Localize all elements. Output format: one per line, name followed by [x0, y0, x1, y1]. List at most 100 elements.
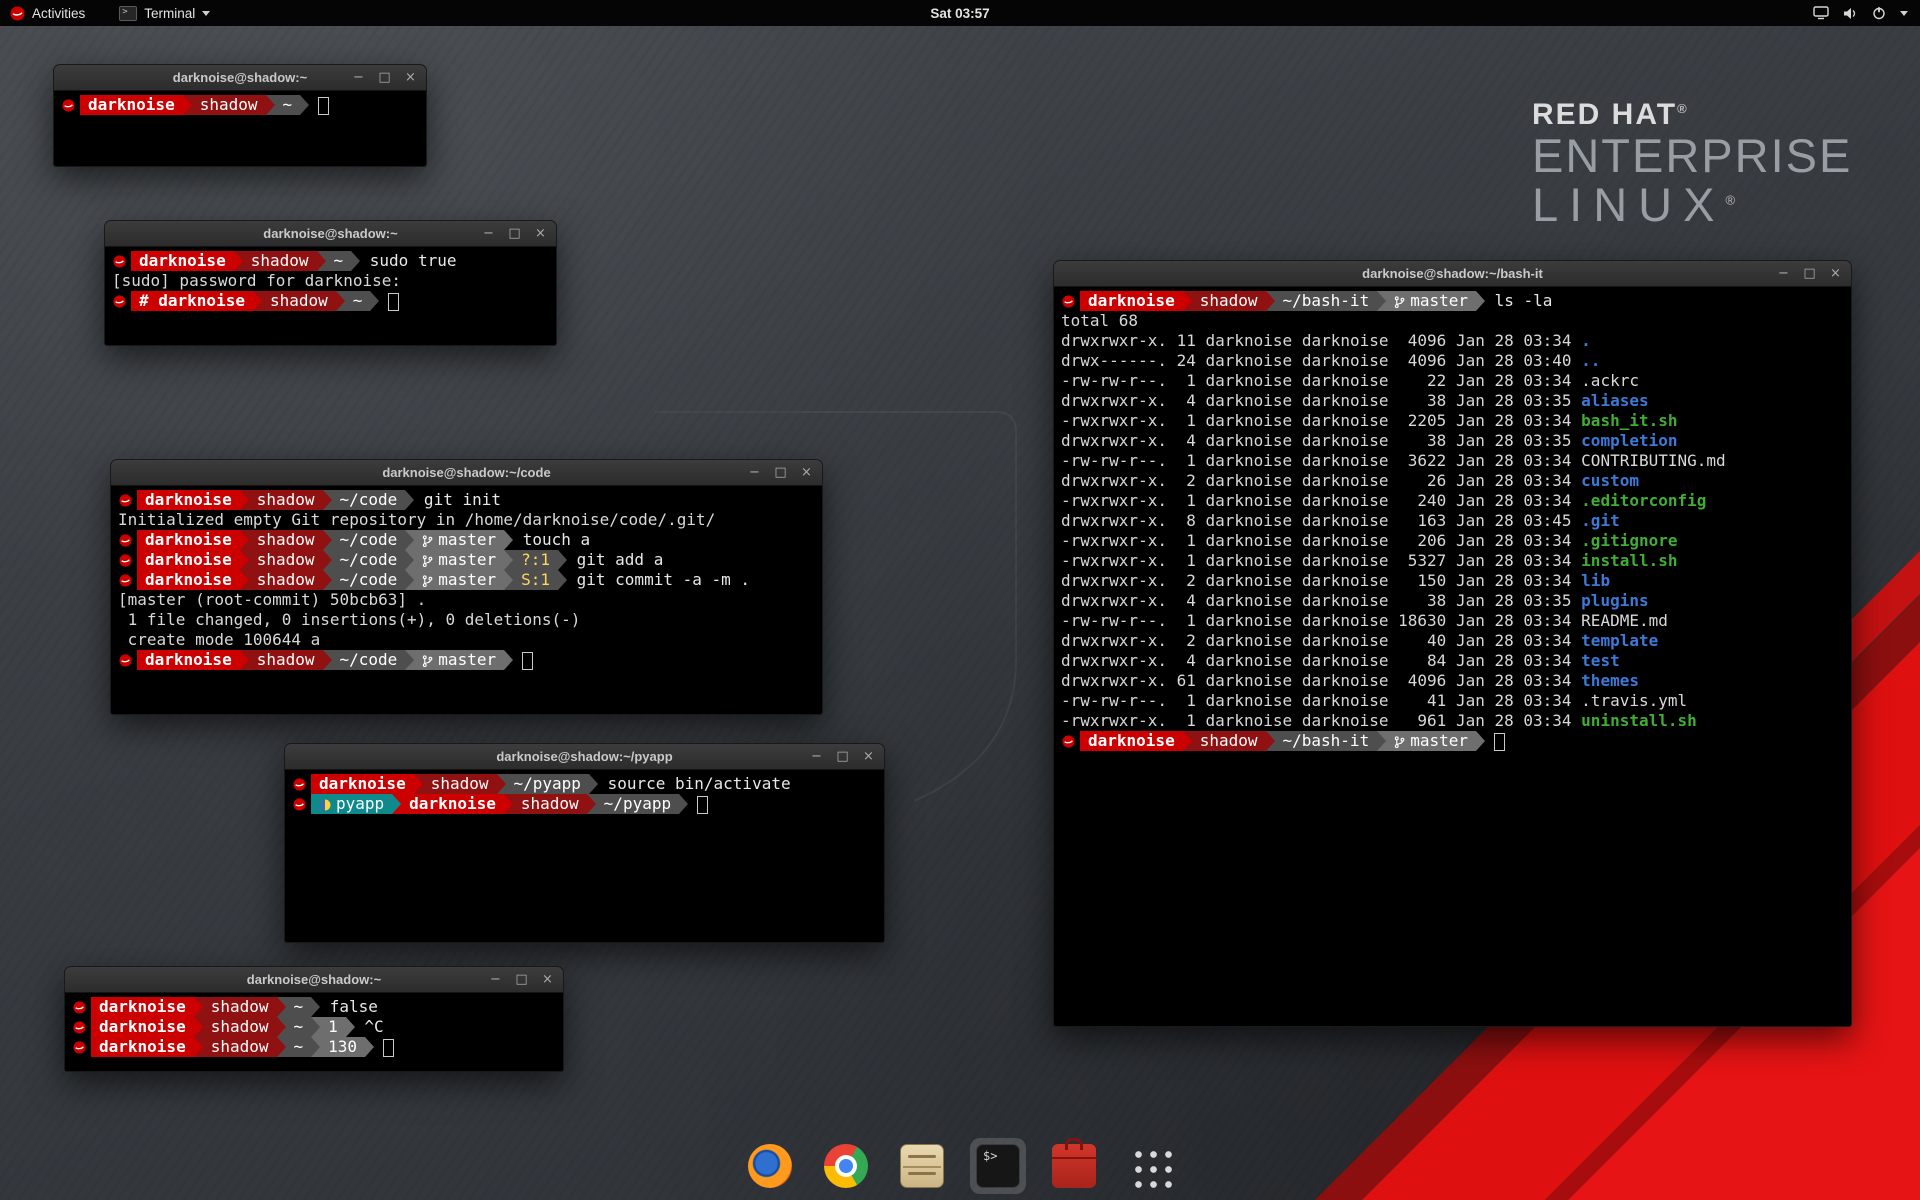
powerline-arrow	[323, 550, 332, 570]
user-segment: darknoise	[1080, 291, 1183, 311]
terminal-line: total 68	[1061, 311, 1844, 331]
powerline-arrow	[1183, 731, 1192, 751]
powerline-arrow	[504, 550, 513, 570]
terminal-line: -rw-rw-r--. 1 darknoise darknoise 18630 …	[1061, 611, 1844, 631]
powerline-arrow	[1377, 731, 1386, 751]
terminal-body[interactable]: darknoiseshadow~/pyapp source bin/activa…	[284, 770, 885, 943]
minimize-button[interactable]: −	[481, 227, 496, 240]
dock-item-app-grid[interactable]	[1122, 1138, 1178, 1194]
window-titlebar[interactable]: darknoise@shadow:~ − □ ×	[64, 966, 564, 993]
git-branch-icon	[422, 554, 433, 568]
maximize-button[interactable]: □	[773, 466, 788, 479]
powerline-arrow	[311, 1017, 320, 1037]
redhat-icon	[119, 534, 132, 547]
terminal-line: darknoiseshadow~/codemaster?:1 git add a	[118, 550, 815, 570]
branch-segment: master	[414, 550, 504, 570]
volume-icon[interactable]	[1843, 7, 1858, 20]
window-controls: − □ ×	[481, 221, 548, 246]
terminal-line: darknoiseshadow~/bash-itmaster	[1061, 731, 1844, 751]
redhat-icon	[73, 1041, 86, 1054]
terminal-body[interactable]: darknoiseshadow~ sudo true[sudo] passwor…	[104, 247, 557, 346]
host-segment: shadow	[1192, 291, 1266, 311]
window-titlebar[interactable]: darknoise@shadow:~/code − □ ×	[110, 459, 823, 486]
terminal-line: 1 file changed, 0 insertions(+), 0 delet…	[118, 610, 815, 630]
terminal-window-home-sudo: darknoise@shadow:~ − □ × darknoiseshadow…	[104, 220, 557, 346]
maximize-button[interactable]: □	[507, 227, 522, 240]
close-button[interactable]: ×	[861, 750, 876, 763]
terminal-line: darknoiseshadow~/codemaster	[118, 650, 815, 670]
output-text: plugins	[1581, 591, 1648, 610]
powerline-arrow	[392, 794, 401, 814]
output-text: -rwxrwxr-x. 1 darknoise darknoise 5327 J…	[1061, 551, 1581, 570]
clock[interactable]: Sat 03:57	[930, 6, 989, 21]
minimize-button[interactable]: −	[747, 466, 762, 479]
terminal-body[interactable]: darknoiseshadow~/bash-itmaster ls -latot…	[1053, 287, 1852, 1027]
terminal-body[interactable]: darknoiseshadow~	[53, 91, 427, 167]
app-menu-terminal[interactable]: Terminal	[109, 0, 220, 26]
system-status-area[interactable]	[1813, 0, 1920, 26]
close-button[interactable]: ×	[533, 227, 548, 240]
chevron-down-icon[interactable]	[1900, 11, 1908, 16]
app-grid-icon	[1128, 1144, 1172, 1188]
terminal-window-pyapp: darknoise@shadow:~/pyapp − □ × darknoise…	[284, 743, 885, 943]
user-segment: darknoise	[137, 550, 240, 570]
power-icon[interactable]	[1872, 6, 1886, 20]
close-button[interactable]: ×	[1828, 267, 1843, 280]
branch-segment: master	[414, 650, 504, 670]
output-text: drwxrwxr-x. 4 darknoise darknoise 38 Jan…	[1061, 431, 1581, 450]
git-branch-icon	[1394, 295, 1405, 309]
terminal-body[interactable]: darknoiseshadow~ falsedarknoiseshadow~1 …	[64, 993, 564, 1072]
host-segment: shadow	[203, 1037, 277, 1057]
powerline-arrow	[558, 550, 567, 570]
toolbox-icon	[1052, 1144, 1096, 1188]
close-button[interactable]: ×	[403, 71, 418, 84]
terminal-line: drwxrwxr-x. 61 darknoise darknoise 4096 …	[1061, 671, 1844, 691]
output-text: ..	[1581, 351, 1600, 370]
close-button[interactable]: ×	[540, 973, 555, 986]
minimize-button[interactable]: −	[351, 71, 366, 84]
chevron-down-icon	[202, 11, 210, 16]
minimize-button[interactable]: −	[1776, 267, 1791, 280]
terminal-line: # darknoiseshadow~	[112, 291, 549, 311]
terminal-line: darknoiseshadow~/codemaster touch a	[118, 530, 815, 550]
display-icon[interactable]	[1813, 6, 1829, 20]
output-text: test	[1581, 651, 1620, 670]
maximize-button[interactable]: □	[377, 71, 392, 84]
powerline-arrow	[405, 550, 414, 570]
window-title: darknoise@shadow:~	[263, 226, 397, 241]
maximize-button[interactable]: □	[835, 750, 850, 763]
terminal-line: darknoiseshadow~/code git init	[118, 490, 815, 510]
registered-mark: ®	[1677, 101, 1689, 116]
dock-item-firefox[interactable]	[742, 1138, 798, 1194]
close-button[interactable]: ×	[799, 466, 814, 479]
powerline-arrow	[504, 530, 513, 550]
output-text: -rwxrwxr-x. 1 darknoise darknoise 206 Ja…	[1061, 531, 1581, 550]
terminal-line: drwxrwxr-x. 11 darknoise darknoise 4096 …	[1061, 331, 1844, 351]
terminal-line: Initialized empty Git repository in /hom…	[118, 510, 815, 530]
activities-button[interactable]: Activities	[0, 0, 95, 26]
window-titlebar[interactable]: darknoise@shadow:~ − □ ×	[53, 64, 427, 91]
window-titlebar[interactable]: darknoise@shadow:~ − □ ×	[104, 220, 557, 247]
dock-item-toolbox[interactable]	[1046, 1138, 1102, 1194]
powerline-arrow	[323, 650, 332, 670]
maximize-button[interactable]: □	[514, 973, 529, 986]
command-text: git commit -a -m .	[567, 570, 750, 589]
maximize-button[interactable]: □	[1802, 267, 1817, 280]
dock-item-file-manager[interactable]	[894, 1138, 950, 1194]
minimize-button[interactable]: −	[488, 973, 503, 986]
powerline-arrow	[370, 291, 379, 311]
powerline-arrow	[679, 794, 688, 814]
window-titlebar[interactable]: darknoise@shadow:~/pyapp − □ ×	[284, 743, 885, 770]
window-controls: − □ ×	[747, 460, 814, 485]
powerline-arrow	[405, 490, 414, 510]
terminal-body[interactable]: darknoiseshadow~/code git initInitialize…	[110, 486, 823, 715]
window-titlebar[interactable]: darknoise@shadow:~/bash-it − □ ×	[1053, 260, 1852, 287]
output-text: drwxrwxr-x. 2 darknoise darknoise 150 Ja…	[1061, 571, 1581, 590]
minimize-button[interactable]: −	[809, 750, 824, 763]
window-title: darknoise@shadow:~/bash-it	[1362, 266, 1543, 281]
dock-item-chrome[interactable]	[818, 1138, 874, 1194]
output-text: completion	[1581, 431, 1677, 450]
path-segment: ~/pyapp	[506, 774, 589, 794]
powerline-arrow	[587, 794, 596, 814]
dock-item-terminal[interactable]	[970, 1138, 1026, 1194]
